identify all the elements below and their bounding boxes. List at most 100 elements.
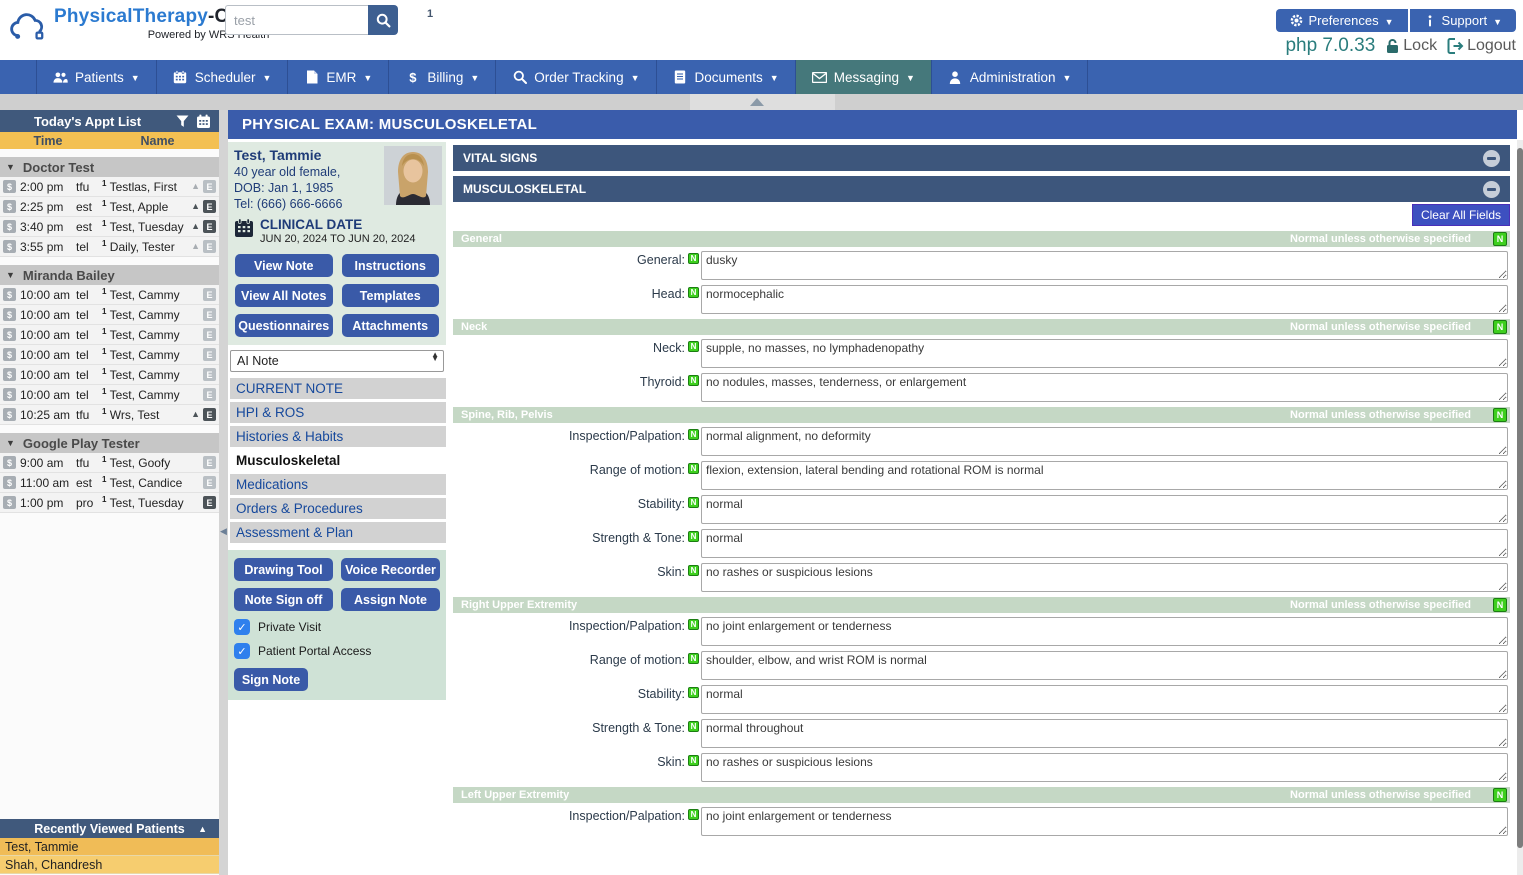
search-input[interactable] xyxy=(225,5,368,35)
encounter-icon[interactable]: E xyxy=(203,220,216,233)
field-textarea[interactable] xyxy=(701,651,1508,680)
encounter-icon[interactable]: E xyxy=(203,240,216,253)
field-textarea[interactable] xyxy=(701,685,1508,714)
note-section-hpi-ros[interactable]: HPI & ROS xyxy=(230,402,446,423)
superbill-icon[interactable]: $ xyxy=(3,408,16,421)
field-textarea[interactable] xyxy=(701,807,1508,836)
encounter-icon[interactable]: E xyxy=(203,308,216,321)
encounter-icon[interactable]: E xyxy=(203,408,216,421)
field-normal-badge[interactable]: N xyxy=(688,721,699,732)
attachments-button[interactable]: Attachments xyxy=(342,314,440,337)
field-textarea[interactable] xyxy=(701,719,1508,748)
checkbox-checked-icon[interactable]: ✓ xyxy=(234,643,250,659)
field-textarea[interactable] xyxy=(701,529,1508,558)
field-normal-badge[interactable]: N xyxy=(688,619,699,630)
provider-group-header[interactable]: ▼Doctor Test xyxy=(0,157,219,177)
encounter-icon[interactable]: E xyxy=(203,348,216,361)
calendar-icon[interactable] xyxy=(196,114,211,129)
search-button[interactable] xyxy=(368,5,398,35)
field-textarea[interactable] xyxy=(701,617,1508,646)
vital-signs-bar[interactable]: VITAL SIGNS xyxy=(453,145,1510,171)
superbill-icon[interactable]: $ xyxy=(3,200,16,213)
nav-item-emr[interactable]: EMR▼ xyxy=(288,60,389,94)
superbill-icon[interactable]: $ xyxy=(3,288,16,301)
voice-recorder-button[interactable]: Voice Recorder xyxy=(341,558,440,581)
sidebar-collapse-handle[interactable]: ◀ xyxy=(219,522,228,540)
note-section-current-note[interactable]: CURRENT NOTE xyxy=(230,378,446,399)
encounter-icon[interactable]: E xyxy=(203,328,216,341)
encounter-icon[interactable]: E xyxy=(203,456,216,469)
appointment-row[interactable]: $11:00 amest1 Test, CandiceE xyxy=(0,473,219,493)
appointment-row[interactable]: $10:00 amtel1 Test, CammyE xyxy=(0,305,219,325)
encounter-icon[interactable]: E xyxy=(203,368,216,381)
field-normal-badge[interactable]: N xyxy=(688,565,699,576)
checkbox-checked-icon[interactable]: ✓ xyxy=(234,619,250,635)
field-normal-badge[interactable]: N xyxy=(688,809,699,820)
superbill-icon[interactable]: $ xyxy=(3,368,16,381)
logout-button[interactable]: Logout xyxy=(1447,37,1516,55)
support-button[interactable]: Support▼ xyxy=(1410,9,1516,32)
note-type-select[interactable]: AI Note xyxy=(230,350,444,372)
appointment-row[interactable]: $9:00 amtfu1 Test, GoofyE xyxy=(0,453,219,473)
appointment-row[interactable]: $10:25 amtfu1 Wrs, Test▲E xyxy=(0,405,219,425)
superbill-icon[interactable]: $ xyxy=(3,220,16,233)
appointment-row[interactable]: $1:00 pmpro1 Test, TuesdayE xyxy=(0,493,219,513)
alert-flag-icon[interactable]: ▲ xyxy=(191,202,200,211)
normal-toggle-badge[interactable]: N xyxy=(1493,408,1507,422)
field-textarea[interactable] xyxy=(701,285,1508,314)
encounter-icon[interactable]: E xyxy=(203,200,216,213)
appointment-row[interactable]: $10:00 amtel1 Test, CammyE xyxy=(0,345,219,365)
recently-viewed-patient[interactable]: Shah, Chandresh xyxy=(0,856,219,874)
appointment-row[interactable]: $2:25 pmest1 Test, Apple▲E xyxy=(0,197,219,217)
field-normal-badge[interactable]: N xyxy=(688,341,699,352)
recently-viewed-patient[interactable]: Test, Tammie xyxy=(0,838,219,856)
field-normal-badge[interactable]: N xyxy=(688,653,699,664)
superbill-icon[interactable]: $ xyxy=(3,348,16,361)
alert-flag-icon[interactable]: ▲ xyxy=(191,222,200,231)
provider-group-header[interactable]: ▼Google Play Tester xyxy=(0,433,219,453)
field-normal-badge[interactable]: N xyxy=(688,253,699,264)
appointment-row[interactable]: $10:00 amtel1 Test, CammyE xyxy=(0,385,219,405)
field-textarea[interactable] xyxy=(701,753,1508,782)
normal-toggle-badge[interactable]: N xyxy=(1493,598,1507,612)
encounter-icon[interactable]: E xyxy=(203,476,216,489)
collapse-icon[interactable] xyxy=(1483,150,1500,167)
nav-item-administration[interactable]: Administration▼ xyxy=(932,60,1088,94)
encounter-icon[interactable]: E xyxy=(203,496,216,509)
checkbox-row[interactable]: ✓Private Visit xyxy=(234,619,440,635)
superbill-icon[interactable]: $ xyxy=(3,456,16,469)
alert-flag-icon[interactable]: ▲ xyxy=(191,182,200,191)
recently-viewed-header[interactable]: Recently Viewed Patients ▲ xyxy=(0,819,219,838)
appointment-row[interactable]: $10:00 amtel1 Test, CammyE xyxy=(0,325,219,345)
superbill-icon[interactable]: $ xyxy=(3,476,16,489)
lock-button[interactable]: Lock xyxy=(1385,37,1437,55)
appointment-row[interactable]: $3:40 pmest1 Test, Tuesday▲E xyxy=(0,217,219,237)
appointment-row[interactable]: $10:00 amtel1 Test, CammyE xyxy=(0,285,219,305)
encounter-icon[interactable]: E xyxy=(203,288,216,301)
encounter-icon[interactable]: E xyxy=(203,388,216,401)
field-textarea[interactable] xyxy=(701,563,1508,592)
field-textarea[interactable] xyxy=(701,339,1508,368)
nav-item-documents[interactable]: Documents▼ xyxy=(657,60,796,94)
appointment-row[interactable]: $2:00 pmtfu1 Testlas, First▲E xyxy=(0,177,219,197)
superbill-icon[interactable]: $ xyxy=(3,388,16,401)
alert-flag-icon[interactable]: ▲ xyxy=(191,242,200,251)
nav-item-billing[interactable]: $Billing▼ xyxy=(389,60,496,94)
superbill-icon[interactable]: $ xyxy=(3,496,16,509)
field-normal-badge[interactable]: N xyxy=(688,463,699,474)
appointment-row[interactable]: $3:55 pmtel1 Daily, Tester▲E xyxy=(0,237,219,257)
alert-flag-icon[interactable]: ▲ xyxy=(191,410,200,419)
questionnaires-button[interactable]: Questionnaires xyxy=(235,314,333,337)
normal-toggle-badge[interactable]: N xyxy=(1493,232,1507,246)
superbill-icon[interactable]: $ xyxy=(3,308,16,321)
field-normal-badge[interactable]: N xyxy=(688,755,699,766)
clear-all-fields-button[interactable]: Clear All Fields xyxy=(1412,204,1510,226)
field-textarea[interactable] xyxy=(701,373,1508,402)
note-section-medications[interactable]: Medications xyxy=(230,474,446,495)
field-normal-badge[interactable]: N xyxy=(688,287,699,298)
templates-button[interactable]: Templates xyxy=(342,284,440,307)
view-all-notes-button[interactable]: View All Notes xyxy=(235,284,333,307)
field-textarea[interactable] xyxy=(701,461,1508,490)
encounter-icon[interactable]: E xyxy=(203,180,216,193)
field-normal-badge[interactable]: N xyxy=(688,531,699,542)
